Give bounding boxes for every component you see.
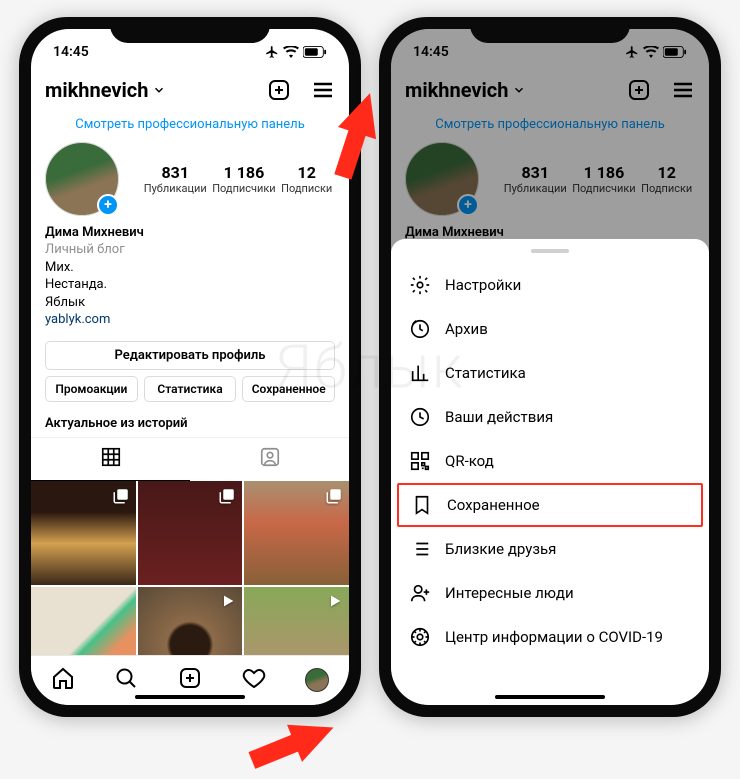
- menu-button[interactable]: [311, 78, 335, 102]
- grid-tab[interactable]: [31, 438, 190, 481]
- create-tab[interactable]: [178, 666, 202, 694]
- avatar[interactable]: +: [45, 142, 119, 216]
- video-icon: [220, 593, 236, 609]
- add-person-icon: [409, 582, 431, 604]
- tagged-tab[interactable]: [190, 438, 349, 481]
- highlights-title: Актуальное из историй: [31, 402, 349, 437]
- search-tab[interactable]: [114, 666, 138, 694]
- gear-icon: [409, 274, 431, 296]
- menu-discover[interactable]: Интересные люди: [391, 571, 709, 615]
- username-text: mikhnevich: [45, 78, 148, 102]
- video-icon: [327, 593, 343, 609]
- post-thumbnail[interactable]: [138, 587, 243, 654]
- followers-stat[interactable]: 1 186 Подписчики: [212, 163, 275, 195]
- display-name: Дима Михневич: [45, 224, 335, 242]
- edit-profile-button[interactable]: Редактировать профиль: [45, 341, 335, 370]
- profile-header: mikhnevich: [31, 69, 349, 111]
- carousel-icon: [218, 487, 236, 505]
- username-dropdown[interactable]: mikhnevich: [45, 78, 166, 102]
- bookmark-icon: [411, 494, 433, 516]
- home-indicator[interactable]: [135, 695, 245, 699]
- status-time: 14:45: [53, 44, 89, 60]
- sheet-handle[interactable]: [531, 249, 569, 253]
- phone-left: 14:45 mikhnevich: [19, 17, 361, 717]
- home-tab[interactable]: [51, 666, 75, 694]
- add-story-badge[interactable]: +: [97, 194, 119, 216]
- post-thumbnail[interactable]: [31, 587, 136, 654]
- posts-grid: [31, 481, 349, 655]
- saved-button[interactable]: Сохраненное: [242, 376, 335, 402]
- chevron-down-icon: [152, 83, 166, 97]
- promotions-button[interactable]: Промоакции: [45, 376, 138, 402]
- home-indicator[interactable]: [495, 695, 605, 699]
- menu-archive[interactable]: Архив: [391, 307, 709, 351]
- menu-sheet: Настройки Архив Статистика Ваши действия…: [391, 239, 709, 705]
- bio-link[interactable]: yablyk.com: [45, 311, 335, 329]
- airplane-icon: [265, 45, 279, 59]
- list-icon: [409, 538, 431, 560]
- wifi-icon: [283, 46, 299, 58]
- menu-qr[interactable]: QR-код: [391, 439, 709, 483]
- pro-dashboard-link[interactable]: Смотреть профессиональную панель: [31, 111, 349, 142]
- carousel-icon: [325, 487, 343, 505]
- activity-tab[interactable]: [242, 666, 266, 694]
- menu-saved[interactable]: Сохраненное: [397, 483, 703, 527]
- post-thumbnail[interactable]: [31, 481, 136, 586]
- battery-icon: [303, 46, 327, 58]
- category: Личный блог: [45, 241, 335, 259]
- bio: Дима Михневич Личный блог Мих. Нестанда.…: [31, 216, 349, 331]
- insights-button[interactable]: Статистика: [144, 376, 237, 402]
- menu-close-friends[interactable]: Близкие друзья: [391, 527, 709, 571]
- notch: [110, 17, 270, 43]
- menu-covid[interactable]: Центр информации о COVID-19: [391, 615, 709, 659]
- post-thumbnail[interactable]: [244, 481, 349, 586]
- profile-tab[interactable]: [305, 668, 329, 692]
- qr-icon: [409, 450, 431, 472]
- following-stat[interactable]: 12 Подписки: [281, 163, 332, 195]
- post-thumbnail[interactable]: [138, 481, 243, 586]
- archive-icon: [409, 318, 431, 340]
- carousel-icon: [112, 487, 130, 505]
- menu-insights[interactable]: Статистика: [391, 351, 709, 395]
- stats-icon: [409, 362, 431, 384]
- menu-activity[interactable]: Ваши действия: [391, 395, 709, 439]
- create-post-button[interactable]: [267, 78, 291, 102]
- phone-right: 14:45 mikhnevich: [379, 17, 721, 717]
- notch: [470, 17, 630, 43]
- activity-icon: [409, 406, 431, 428]
- posts-stat[interactable]: 831 Публикации: [144, 163, 207, 195]
- post-thumbnail[interactable]: [244, 587, 349, 654]
- info-icon: [409, 626, 431, 648]
- menu-settings[interactable]: Настройки: [391, 263, 709, 307]
